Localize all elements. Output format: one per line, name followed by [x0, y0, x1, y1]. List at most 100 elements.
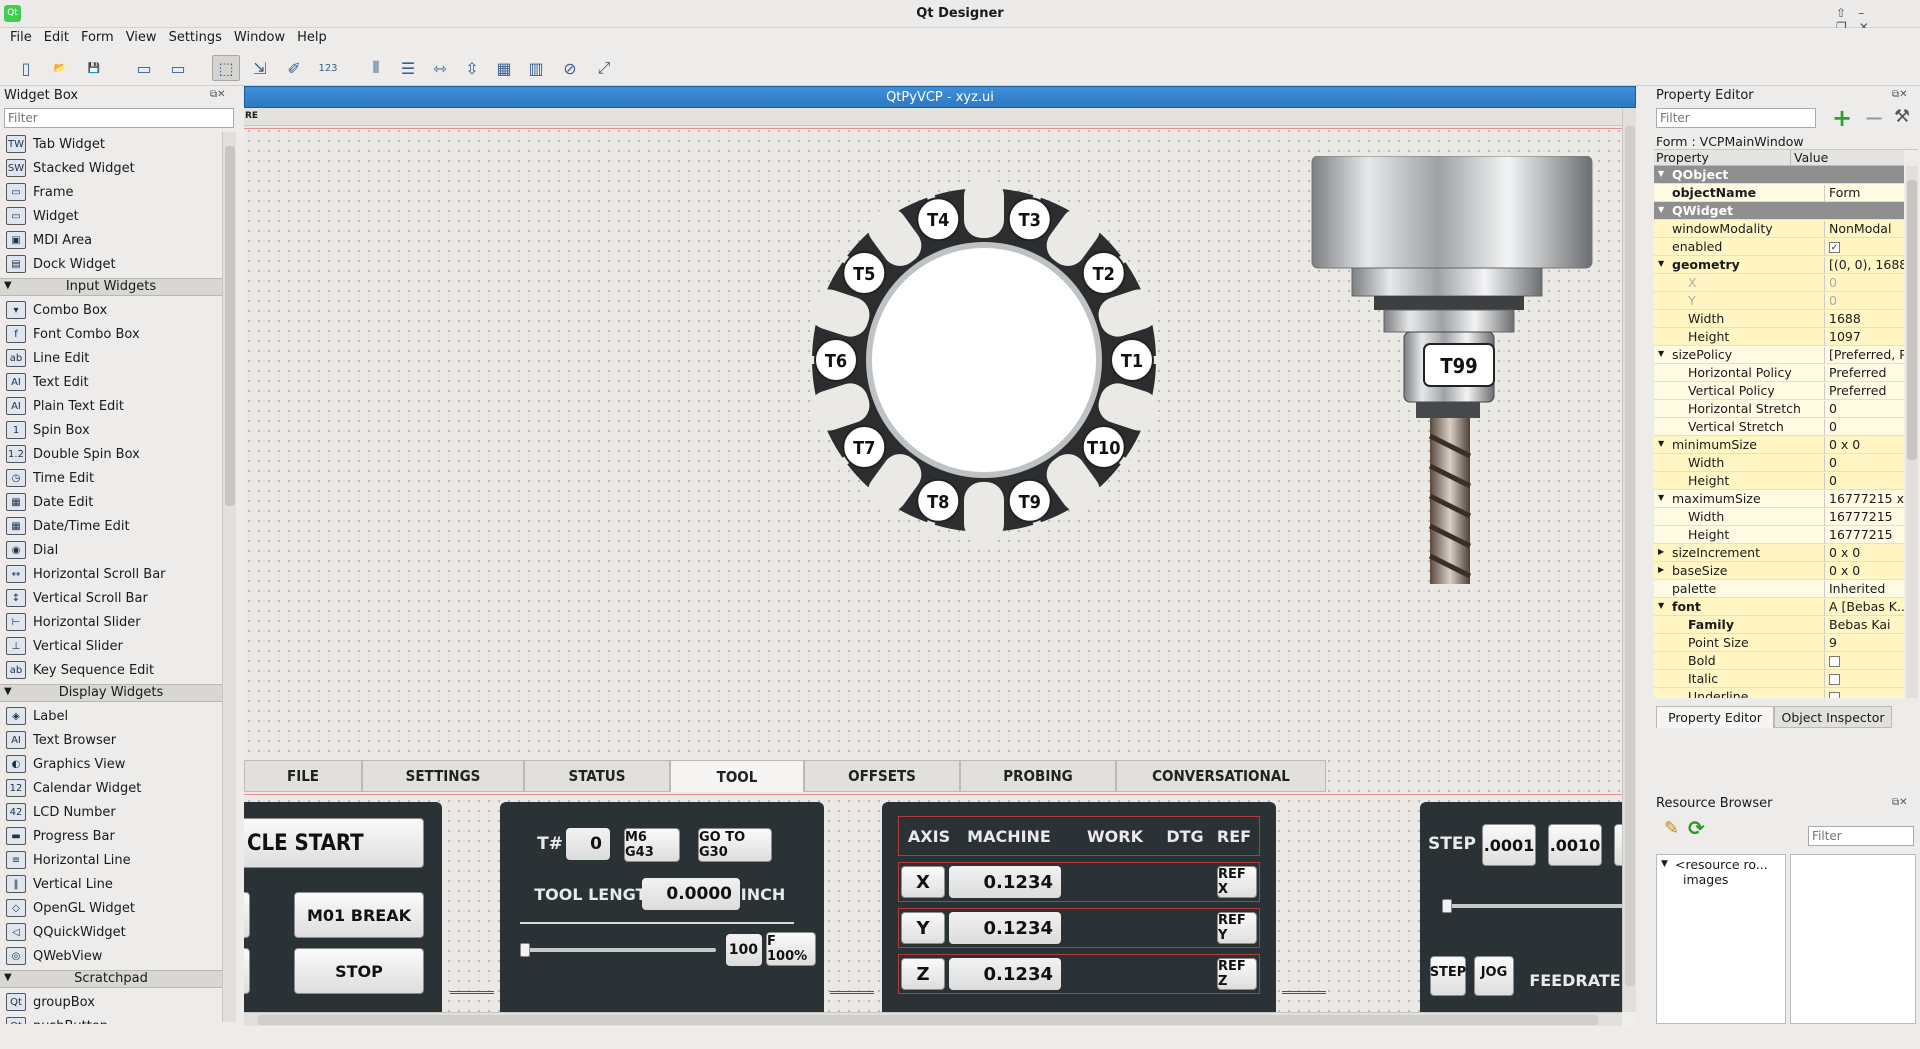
- resource-filter-input[interactable]: [1808, 826, 1914, 846]
- widget-item-date-edit[interactable]: ▦ Date Edit: [0, 490, 222, 514]
- step-0010-button[interactable]: .0010: [1548, 824, 1602, 866]
- minimize-icon[interactable]: –: [1858, 6, 1876, 20]
- property-value[interactable]: 16777215: [1824, 509, 1904, 526]
- tab-conversational[interactable]: CONVERSATIONAL: [1116, 760, 1326, 792]
- lay-out-vertical-splitter-icon[interactable]: ⇳: [458, 55, 486, 81]
- edit-signals-slots-icon[interactable]: ⇲: [246, 55, 274, 81]
- widget-item-text-browser[interactable]: AI Text Browser: [0, 728, 222, 752]
- widget-item-plain-text-edit[interactable]: AI Plain Text Edit: [0, 394, 222, 418]
- property-checkbox[interactable]: [1829, 656, 1840, 667]
- m01-break-button[interactable]: M01 BREAK: [294, 892, 424, 938]
- menu-view[interactable]: View: [120, 28, 163, 47]
- expand-arrow-icon[interactable]: ▼: [1658, 259, 1664, 268]
- property-checkbox[interactable]: [1829, 674, 1840, 685]
- lay-out-horizontal-splitter-icon[interactable]: ⇿: [426, 55, 454, 81]
- cycle-aux-button-1[interactable]: [244, 892, 250, 938]
- property-value[interactable]: 16777215 x ...: [1824, 491, 1904, 508]
- expand-arrow-icon[interactable]: ▶: [1658, 547, 1664, 556]
- tab-tool[interactable]: TOOL: [670, 760, 804, 792]
- widget-item-vertical-slider[interactable]: ⊥ Vertical Slider: [0, 634, 222, 658]
- property-row-vertical-stretch[interactable]: Vertical Stretch 0: [1654, 418, 1904, 436]
- lay-out-vertically-icon[interactable]: ☰: [394, 55, 422, 81]
- widget-filter-input[interactable]: [4, 108, 234, 128]
- form-vertical-scrollbar[interactable]: [1622, 108, 1636, 1012]
- widget-item-dock-widget[interactable]: ▤ Dock Widget: [0, 252, 222, 276]
- expand-arrow-icon[interactable]: ▶: [1658, 565, 1664, 574]
- widget-item-vertical-scroll-bar[interactable]: ↕ Vertical Scroll Bar: [0, 586, 222, 610]
- form-horizontal-scrollbar[interactable]: [244, 1012, 1622, 1026]
- feed-slider-handle[interactable]: [520, 943, 530, 957]
- tool-number-field[interactable]: 0: [566, 828, 610, 860]
- property-filter-input[interactable]: [1656, 108, 1816, 128]
- tree-expand-icon[interactable]: ▼: [1661, 859, 1668, 869]
- widget-item-pushbutton[interactable]: Qt pushButton: [0, 1014, 222, 1024]
- property-value[interactable]: Bebas Kai: [1824, 617, 1904, 634]
- property-value[interactable]: [(0, 0), 1688...: [1824, 257, 1904, 274]
- expand-arrow-icon[interactable]: ▼: [1658, 205, 1664, 214]
- feed-override-button[interactable]: F 100%: [766, 932, 816, 966]
- property-value[interactable]: A [Bebas K...: [1824, 599, 1904, 616]
- adjust-size-icon[interactable]: ⤢: [590, 55, 618, 81]
- property-row-objectname[interactable]: objectName Form: [1654, 184, 1904, 202]
- property-value[interactable]: 1097: [1824, 329, 1904, 346]
- tab-settings[interactable]: SETTINGS: [362, 760, 524, 792]
- menu-edit[interactable]: Edit: [38, 28, 75, 47]
- property-row-family[interactable]: Family Bebas Kai: [1654, 616, 1904, 634]
- hscroll-thumb[interactable]: [258, 1015, 1598, 1025]
- tab-file[interactable]: FILE: [244, 760, 362, 792]
- widget-item-stacked-widget[interactable]: SW Stacked Widget: [0, 156, 222, 180]
- reload-icon[interactable]: ⟳: [1688, 816, 1705, 840]
- property-row-y[interactable]: Y0: [1654, 292, 1904, 310]
- tab-object-inspector[interactable]: Object Inspector: [1774, 706, 1892, 728]
- widget-item-progress-bar[interactable]: ▬ Progress Bar: [0, 824, 222, 848]
- expand-arrow-icon[interactable]: ▼: [1658, 169, 1664, 178]
- axis-label-y[interactable]: Y: [901, 912, 945, 944]
- property-value[interactable]: 0 x 0: [1824, 437, 1904, 454]
- property-value[interactable]: Inherited: [1824, 581, 1904, 598]
- widget-item-frame[interactable]: ▭ Frame: [0, 180, 222, 204]
- widget-item-horizontal-slider[interactable]: ⊢ Horizontal Slider: [0, 610, 222, 634]
- property-row-width[interactable]: Width 0: [1654, 454, 1904, 472]
- tab-status[interactable]: STATUS: [524, 760, 670, 792]
- expand-arrow-icon[interactable]: ▼: [1658, 349, 1664, 358]
- edit-buddies-icon[interactable]: ✐: [280, 55, 308, 81]
- go-to-g30-button[interactable]: GO TO G30: [698, 828, 772, 862]
- property-row-point-size[interactable]: Point Size 9: [1654, 634, 1904, 652]
- new-form-icon[interactable]: ▯: [12, 55, 40, 81]
- property-value[interactable]: Preferred: [1824, 365, 1904, 382]
- expand-arrow-icon[interactable]: ▼: [1658, 601, 1664, 610]
- tab-probing[interactable]: PROBING: [960, 760, 1116, 792]
- property-value[interactable]: 9: [1824, 635, 1904, 652]
- property-row-underline[interactable]: Underline: [1654, 688, 1904, 698]
- property-row-qwidget[interactable]: ▼ QWidget: [1654, 202, 1904, 220]
- property-value[interactable]: 0 x 0: [1824, 563, 1904, 580]
- widget-item-graphics-view[interactable]: ◐ Graphics View: [0, 752, 222, 776]
- edit-resources-icon[interactable]: ✎: [1664, 818, 1679, 839]
- jog-slider[interactable]: [1442, 899, 1636, 913]
- property-value[interactable]: 0: [1824, 275, 1904, 292]
- property-value[interactable]: [Preferred, P...: [1824, 347, 1904, 364]
- tool-length-field[interactable]: 0.0000: [642, 878, 740, 910]
- property-scrollbar[interactable]: [1906, 166, 1918, 698]
- stop-button[interactable]: STOP: [294, 948, 424, 994]
- property-row-maximumsize[interactable]: ▼ maximumSize 16777215 x ...: [1654, 490, 1904, 508]
- feed-value-field[interactable]: 100: [726, 934, 762, 966]
- property-row-palette[interactable]: palette Inherited: [1654, 580, 1904, 598]
- expand-arrow-icon[interactable]: ▼: [1658, 439, 1664, 448]
- widget-item-lcd-number[interactable]: 42 LCD Number: [0, 800, 222, 824]
- feed-slider[interactable]: [520, 943, 716, 957]
- configure-icon[interactable]: ⚒: [1894, 106, 1910, 127]
- open-form-icon[interactable]: 📂: [46, 55, 74, 81]
- add-property-icon[interactable]: +: [1832, 104, 1852, 132]
- widget-item-widget[interactable]: ▭ Widget: [0, 204, 222, 228]
- cycle-start-button[interactable]: CLE START: [244, 818, 424, 868]
- category-collapse-icon[interactable]: ▼: [4, 686, 12, 697]
- property-row-height[interactable]: Height 0: [1654, 472, 1904, 490]
- edit-widgets-icon[interactable]: ⬚: [212, 55, 240, 81]
- property-value[interactable]: 1688: [1824, 311, 1904, 328]
- property-row-qobject[interactable]: ▼ QObject: [1654, 166, 1904, 184]
- widget-item-key-sequence-edit[interactable]: ab Key Sequence Edit: [0, 658, 222, 682]
- property-row-bold[interactable]: Bold: [1654, 652, 1904, 670]
- property-row-font[interactable]: ▼ font A [Bebas K...: [1654, 598, 1904, 616]
- resource-root-item[interactable]: <resource ro...: [1675, 857, 1768, 872]
